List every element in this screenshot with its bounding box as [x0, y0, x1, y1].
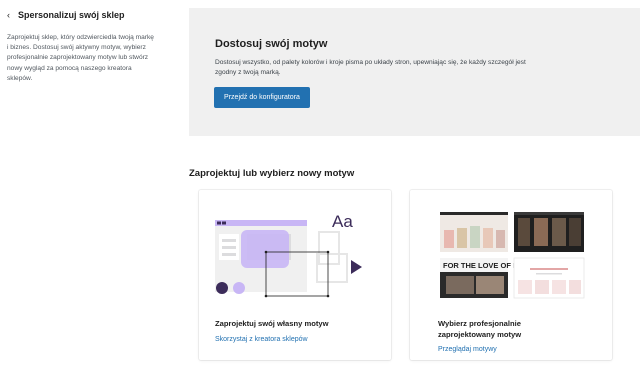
typography-aa-text: Aa [332, 212, 353, 231]
design-own-theme-title: Zaprojektuj swój własny motyw [215, 319, 329, 328]
poster-headline: FOR THE LOVE OF B [443, 261, 519, 270]
store-builder-link[interactable]: Skorzystaj z kreatora sklepów [215, 336, 308, 343]
choose-theme-card[interactable]: FOR THE LOVE OF B Wybierz profesjonalnie… [410, 190, 612, 360]
back-chevron-icon[interactable]: ‹ [7, 10, 10, 20]
theme-previews-illustration: FOR THE LOVE OF B [440, 212, 585, 299]
go-to-customizer-button[interactable]: Przejdź do konfiguratora [214, 87, 310, 108]
banner-description: Dostosuj wszystko, od palety kolorów i k… [215, 59, 526, 76]
choose-theme-title-line2: zaprojektowany motyw [438, 330, 522, 339]
store-builder-illustration: Aa [215, 212, 362, 298]
browse-themes-link[interactable]: Przeglądaj motywy [438, 346, 497, 353]
theme-preview-2 [514, 212, 584, 252]
design-own-theme-card[interactable]: Aa Zaprojektuj swój własny motyw Skorzys… [199, 190, 391, 360]
choose-theme-title-line1: Wybierz profesjonalnie [438, 319, 521, 328]
sidebar: ‹ Spersonalizuj swój sklep Zaprojektuj s… [0, 0, 178, 368]
theme-preview-3: FOR THE LOVE OF B [440, 258, 519, 298]
section-title: Zaprojektuj lub wybierz nowy motyw [189, 168, 355, 179]
customize-theme-banner: Dostosuj swój motyw Dostosuj wszystko, o… [189, 8, 640, 136]
choose-theme-title: Wybierz profesjonalnie zaprojektowany mo… [438, 318, 521, 340]
theme-preview-4 [513, 257, 585, 299]
banner-title: Dostosuj swój motyw [215, 38, 328, 50]
theme-preview-1 [440, 212, 508, 252]
sidebar-title: Spersonalizuj swój sklep [18, 10, 125, 20]
sidebar-description: Zaprojektuj sklep, który odzwierciedla t… [7, 34, 154, 82]
